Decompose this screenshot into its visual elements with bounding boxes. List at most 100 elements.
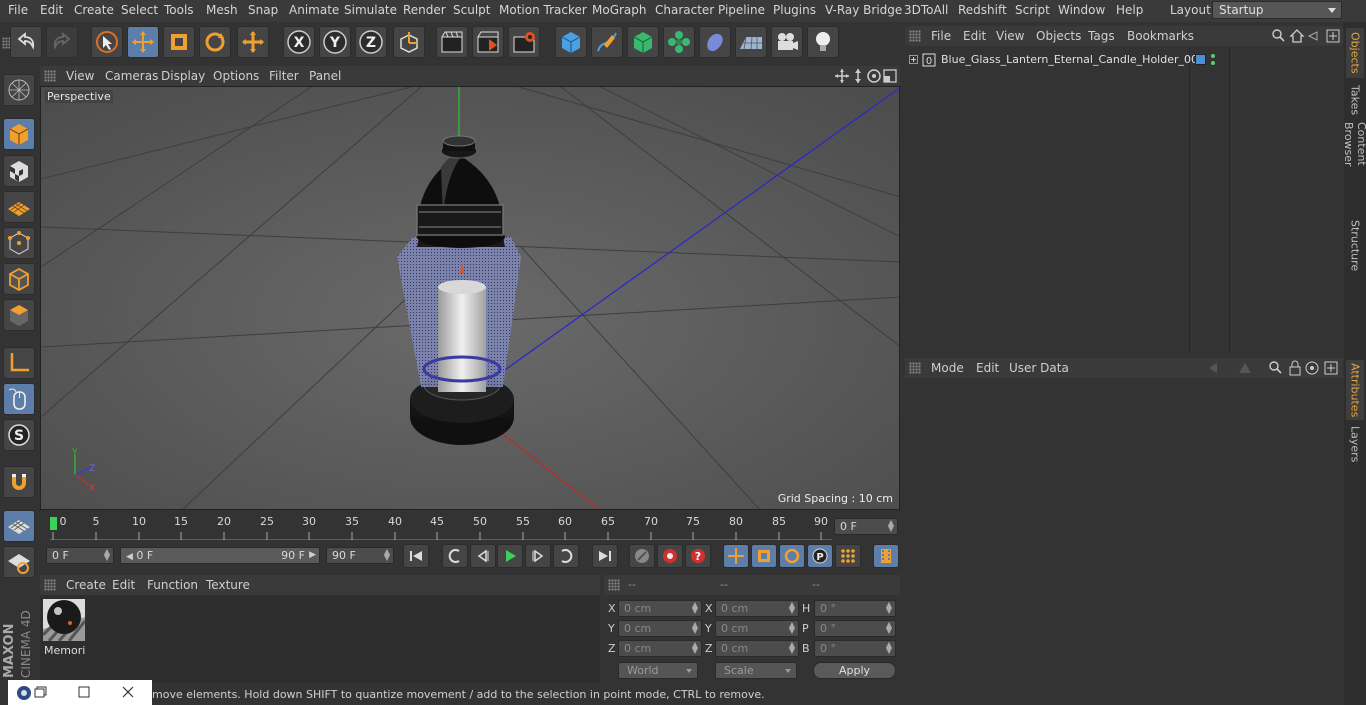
menu-sculpt[interactable]: Sculpt [453,3,490,17]
size-mode-dropdown[interactable]: Scale [715,662,797,679]
layer-color-swatch[interactable] [1195,54,1206,65]
attributes-menu-user-data[interactable]: User Data [1009,361,1069,375]
go-to-end-button[interactable] [592,544,618,568]
objects-menu-edit[interactable]: Edit [963,29,986,43]
objects-menu-view[interactable]: View [996,29,1024,43]
menu-edit[interactable]: Edit [40,3,63,17]
add-deformer-button[interactable] [699,26,731,58]
coordinate-system-button[interactable] [393,26,425,58]
magnet-button[interactable] [3,466,35,498]
motion-record-button[interactable] [629,544,655,568]
end-frame-field[interactable]: 90 F ▲ ▼ [326,547,394,564]
viewport-menu-display[interactable]: Display [161,69,205,83]
menu-pipeline[interactable]: Pipeline [718,3,765,17]
viewport-menu-filter[interactable]: Filter [269,69,299,83]
viewport-menu-view[interactable]: View [66,69,94,83]
menu-mesh[interactable]: Mesh [206,3,238,17]
texture-mode-button[interactable] [3,155,35,187]
menu-file[interactable]: File [8,3,28,17]
key-pla-button[interactable] [835,544,861,568]
menu-redshift[interactable]: Redshift [958,3,1007,17]
material-swatch[interactable]: Memori [41,599,87,657]
timeline-ruler[interactable]: 0 5 10 15 20 25 30 35 40 45 50 55 60 65 … [40,512,900,542]
tab-takes[interactable]: Takes [1346,82,1364,118]
go-to-start-button[interactable] [403,544,429,568]
tab-content-browser[interactable]: Content Browser [1342,122,1366,212]
key-position-button[interactable] [723,544,749,568]
viewport-nav-icons[interactable] [834,68,898,84]
3d-viewport[interactable]: Y Z X Perspective Grid Spacing : 10 cm [40,86,900,510]
add-subdivision-button[interactable] [627,26,659,58]
autokey-button[interactable]: ? [685,544,711,568]
snap-button[interactable]: S [3,419,35,451]
taskbar-window-thumb[interactable] [8,680,152,705]
objects-menu-file[interactable]: File [931,29,951,43]
add-light-button[interactable] [807,26,839,58]
objects-menu-bookmarks[interactable]: Bookmarks [1127,29,1194,43]
menu-character[interactable]: Character [655,3,714,17]
timeline-window-button[interactable] [873,544,899,568]
select-tool-button[interactable] [91,26,123,58]
frame-range-slider[interactable]: ◀ 0 F 90 F ▶ [120,547,320,564]
pos-y-field[interactable]: 0 cm ▲ ▼ [618,620,702,637]
key-rotation-button[interactable] [779,544,805,568]
enable-axis-button[interactable] [3,347,35,379]
next-key-button[interactable] [553,544,579,568]
visibility-render-dot-icon[interactable] [1211,61,1215,65]
pos-z-field[interactable]: 0 cm ▲ ▼ [618,640,702,657]
menu-simulate[interactable]: Simulate [344,3,397,17]
expand-plus-icon[interactable] [909,55,918,64]
menu-animate[interactable]: Animate [289,3,339,17]
viewport-menu-options[interactable]: Options [213,69,259,83]
attributes-menu-mode[interactable]: Mode [931,361,964,375]
transform-tool-button[interactable] [237,26,269,58]
make-editable-button[interactable] [3,74,35,106]
record-button[interactable] [657,544,683,568]
material-menu-texture[interactable]: Texture [206,578,250,592]
current-frame-field[interactable]: 0 F ▲ ▼ [834,518,898,535]
lock-workplane-button[interactable] [3,510,35,542]
model-mode-button[interactable] [3,118,35,150]
material-menu-function[interactable]: Function [147,578,198,592]
menu-vray-bridge[interactable]: V-Ray Bridge [825,3,902,17]
rotate-tool-button[interactable] [199,26,231,58]
y-axis-lock-button[interactable]: Y [319,26,351,58]
close-icon[interactable] [122,686,134,698]
restore-icon[interactable] [34,686,48,698]
viewport-menu-panel[interactable]: Panel [309,69,341,83]
start-frame-field[interactable]: 0 F ▲ ▼ [46,547,114,564]
menu-select[interactable]: Select [121,3,158,17]
size-x-field[interactable]: 0 cm ▲ ▼ [715,600,799,617]
move-tool-button[interactable] [127,26,159,58]
objects-menu-objects[interactable]: Objects [1036,29,1081,43]
object-row[interactable]: 0 Blue_Glass_Lantern_Eternal_Candle_Hold… [905,50,1343,70]
menu-help[interactable]: Help [1116,3,1143,17]
render-queue-button[interactable] [472,26,504,58]
apply-button[interactable]: Apply [813,662,896,679]
menu-mograph[interactable]: MoGraph [592,3,647,17]
undo-button[interactable] [10,26,42,58]
add-floor-button[interactable] [735,26,767,58]
previous-frame-button[interactable] [470,544,496,568]
tweak-mode-button[interactable] [3,383,35,415]
pos-x-field[interactable]: 0 cm ▲ ▼ [618,600,702,617]
previous-key-button[interactable] [442,544,468,568]
workplane-mode-button[interactable] [3,191,35,223]
layout-dropdown[interactable]: Startup [1212,1,1342,19]
z-axis-lock-button[interactable]: Z [355,26,387,58]
point-mode-button[interactable] [3,227,35,259]
add-mograph-button[interactable] [663,26,695,58]
maximize-icon[interactable] [78,686,90,698]
size-z-field[interactable]: 0 cm ▲ ▼ [715,640,799,657]
menu-motion-tracker[interactable]: Motion Tracker [499,3,587,17]
next-frame-button[interactable] [525,544,551,568]
tab-layers[interactable]: Layers [1346,424,1364,464]
rot-h-field[interactable]: 0 ° ▲ ▼ [814,600,896,617]
menu-plugins[interactable]: Plugins [773,3,816,17]
tab-objects[interactable]: Objects [1346,28,1364,78]
add-cube-button[interactable] [555,26,587,58]
size-y-field[interactable]: 0 cm ▲ ▼ [715,620,799,637]
redo-button[interactable] [46,26,78,58]
menu-script[interactable]: Script [1015,3,1050,17]
render-view-button[interactable] [436,26,468,58]
